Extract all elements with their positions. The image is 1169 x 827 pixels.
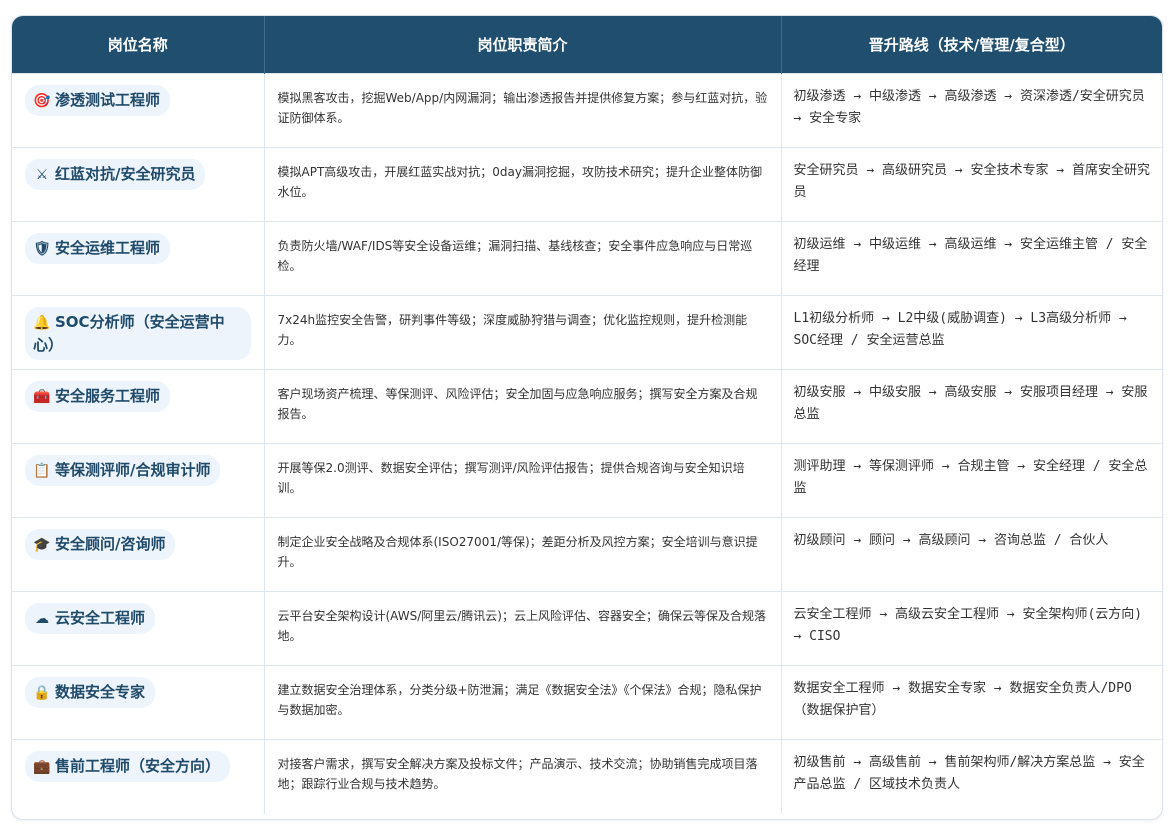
promotion-path-cell: 初级渗透 → 中级渗透 → 高级渗透 → 资深渗透/安全研究员 → 安全专家 xyxy=(781,73,1162,148)
position-name-badge: ☁ 云安全工程师 xyxy=(25,603,156,634)
promotion-path-cell: 安全研究员 → 高级研究员 → 安全技术专家 → 首席安全研究员 xyxy=(781,147,1162,222)
header-position-name: 岗位名称 xyxy=(12,16,265,74)
responsibility-cell: 开展等保2.0测评、数据安全评估；撰写测评/风险评估报告；提供合规咨询与安全知识… xyxy=(264,443,782,518)
shield-icon: 🛡 xyxy=(33,241,51,257)
responsibility-text: 模拟黑客攻击，挖掘Web/App/内网漏洞；输出渗透报告并提供修复方案；参与红蓝… xyxy=(277,91,768,125)
position-name: 售前工程师（安全方向） xyxy=(55,757,221,775)
crossed-swords-icon: ⚔ xyxy=(35,167,49,183)
responsibility-cell: 建立数据安全治理体系，分类分级+防泄漏；满足《数据安全法》《个保法》合规；隐私保… xyxy=(264,665,782,740)
responsibility-text: 建立数据安全治理体系，分类分级+防泄漏；满足《数据安全法》《个保法》合规；隐私保… xyxy=(277,683,762,717)
promotion-path-cell: 初级运维 → 中级运维 → 高级运维 → 安全运维主管 / 安全经理 xyxy=(781,221,1162,296)
position-name: 渗透测试工程师 xyxy=(55,91,161,109)
responsibility-cell: 对接客户需求，撰写安全解决方案及投标文件；产品演示、技术交流；协助销售完成项目落… xyxy=(264,739,782,814)
position-name-badge: 🔒 数据安全专家 xyxy=(25,677,156,708)
responsibility-text: 制定企业安全战略及合规体系(ISO27001/等保)；差距分析及风控方案；安全培… xyxy=(277,535,758,569)
briefcase-icon: 💼 xyxy=(33,759,51,775)
position-name: 红蓝对抗/安全研究员 xyxy=(55,165,196,183)
position-name-badge: 📋 等保测评师/合规审计师 xyxy=(25,455,221,486)
promotion-path-cell: 数据安全工程师 → 数据安全专家 → 数据安全负责人/DPO（数据保护官） xyxy=(781,665,1162,740)
promotion-path-cell: 云安全工程师 → 高级云安全工程师 → 安全架构师(云方向) → CISO xyxy=(781,591,1162,666)
toolbox-icon: 🧰 xyxy=(33,389,51,405)
responsibility-text: 云平台安全架构设计(AWS/阿里云/腾讯云)；云上风险评估、容器安全；确保云等保… xyxy=(277,609,767,643)
promotion-path-cell: 初级顾问 → 顾问 → 高级顾问 → 咨询总监 / 合伙人 xyxy=(781,517,1162,592)
career-table-container: 岗位名称 岗位职责简介 晋升路线（技术/管理/复合型） 🎯 渗透测试工程师 模拟黑客… xyxy=(11,15,1163,820)
target-icon: 🎯 xyxy=(33,93,51,109)
cloud-icon: ☁ xyxy=(35,611,49,627)
header-responsibilities: 岗位职责简介 xyxy=(264,16,782,74)
promotion-path-cell: 初级售前 → 高级售前 → 售前架构师/解决方案总监 → 安全产品总监 / 区域… xyxy=(781,739,1162,814)
table-row: 🔒 数据安全专家 建立数据安全治理体系，分类分级+防泄漏；满足《数据安全法》《个保法… xyxy=(12,665,1162,740)
position-cell: 🧰 安全服务工程师 xyxy=(12,369,265,444)
lock-icon: 🔒 xyxy=(33,685,51,701)
table-row: 🎓 安全顾问/咨询师 制定企业安全战略及合规体系(ISO27001/等保)；差距分析… xyxy=(12,517,1162,592)
position-name: 等保测评师/合规审计师 xyxy=(55,461,211,479)
table-row: 🧰 安全服务工程师 客户现场资产梳理、等保测评、风险评估；安全加固与应急响应服务；撰… xyxy=(12,369,1162,444)
career-path-table: 岗位名称 岗位职责简介 晋升路线（技术/管理/复合型） 🎯 渗透测试工程师 模拟黑客… xyxy=(12,16,1162,814)
position-name-badge: 🎯 渗透测试工程师 xyxy=(25,85,171,116)
promotion-path-text: 初级顾问 → 顾问 → 高级顾问 → 咨询总监 / 合伙人 xyxy=(793,533,1109,548)
promotion-path-text: 初级运维 → 中级运维 → 高级运维 → 安全运维主管 / 安全经理 xyxy=(793,237,1148,274)
table-row: ☁ 云安全工程师 云平台安全架构设计(AWS/阿里云/腾讯云)；云上风险评估、容器安… xyxy=(12,591,1162,666)
clipboard-icon: 📋 xyxy=(33,463,51,479)
responsibility-cell: 7x24h监控安全告警，研判事件等级；深度威胁狩猎与调查；优化监控规则，提升检测… xyxy=(264,295,782,370)
position-name-badge: 🎓 安全顾问/咨询师 xyxy=(25,529,176,560)
responsibility-cell: 模拟黑客攻击，挖掘Web/App/内网漏洞；输出渗透报告并提供修复方案；参与红蓝… xyxy=(264,73,782,148)
position-name-badge: 🛡 安全运维工程师 xyxy=(25,233,171,264)
position-name-badge: 🔔 SOC分析师（安全运营中心） xyxy=(25,307,251,360)
table-row: 💼 售前工程师（安全方向） 对接客户需求，撰写安全解决方案及投标文件；产品演示、技术… xyxy=(12,739,1162,814)
responsibility-cell: 制定企业安全战略及合规体系(ISO27001/等保)；差距分析及风控方案；安全培… xyxy=(264,517,782,592)
graduation-cap-icon: 🎓 xyxy=(33,537,51,553)
position-name-badge: ⚔ 红蓝对抗/安全研究员 xyxy=(25,159,206,190)
promotion-path-text: 初级售前 → 高级售前 → 售前架构师/解决方案总监 → 安全产品总监 / 区域… xyxy=(793,755,1145,792)
promotion-path-text: 初级安服 → 中级安服 → 高级安服 → 安服项目经理 → 安服总监 xyxy=(793,385,1148,422)
position-cell: ☁ 云安全工程师 xyxy=(12,591,265,666)
alarm-icon: 🔔 xyxy=(33,315,51,331)
promotion-path-cell: L1初级分析师 → L2中级(威胁调查) → L3高级分析师 → SOC经理 /… xyxy=(781,295,1162,370)
responsibility-text: 负责防火墙/WAF/IDS等安全设备运维；漏洞扫描、基线核查；安全事件应急响应与… xyxy=(277,239,753,273)
table-row: 🎯 渗透测试工程师 模拟黑客攻击，挖掘Web/App/内网漏洞；输出渗透报告并提供修… xyxy=(12,73,1162,148)
position-cell: 🛡 安全运维工程师 xyxy=(12,221,265,296)
promotion-path-text: 云安全工程师 → 高级云安全工程师 → 安全架构师(云方向) → CISO xyxy=(793,607,1143,644)
position-name: SOC分析师（安全运营中心） xyxy=(33,313,225,354)
position-name-badge: 🧰 安全服务工程师 xyxy=(25,381,171,412)
promotion-path-text: 数据安全工程师 → 数据安全专家 → 数据安全负责人/DPO（数据保护官） xyxy=(793,681,1132,718)
promotion-path-cell: 初级安服 → 中级安服 → 高级安服 → 安服项目经理 → 安服总监 xyxy=(781,369,1162,444)
table-row: ⚔ 红蓝对抗/安全研究员 模拟APT高级攻击，开展红蓝实战对抗；0day漏洞挖掘，攻… xyxy=(12,147,1162,222)
position-name: 安全运维工程师 xyxy=(55,239,161,257)
position-cell: 🎯 渗透测试工程师 xyxy=(12,73,265,148)
responsibility-cell: 客户现场资产梳理、等保测评、风险评估；安全加固与应急响应服务；撰写安全方案及合规… xyxy=(264,369,782,444)
table-row: 📋 等保测评师/合规审计师 开展等保2.0测评、数据安全评估；撰写测评/风险评估报告… xyxy=(12,443,1162,518)
promotion-path-text: 安全研究员 → 高级研究员 → 安全技术专家 → 首席安全研究员 xyxy=(793,163,1150,200)
position-name: 安全服务工程师 xyxy=(55,387,161,405)
position-cell: 🔔 SOC分析师（安全运营中心） xyxy=(12,295,265,370)
position-cell: 🔒 数据安全专家 xyxy=(12,665,265,740)
promotion-path-text: L1初级分析师 → L2中级(威胁调查) → L3高级分析师 → SOC经理 /… xyxy=(793,311,1127,348)
responsibility-cell: 负责防火墙/WAF/IDS等安全设备运维；漏洞扫描、基线核查；安全事件应急响应与… xyxy=(264,221,782,296)
table-row: 🔔 SOC分析师（安全运营中心） 7x24h监控安全告警，研判事件等级；深度威胁狩猎… xyxy=(12,295,1162,370)
position-cell: 🎓 安全顾问/咨询师 xyxy=(12,517,265,592)
position-name: 云安全工程师 xyxy=(55,609,146,627)
promotion-path-cell: 测评助理 → 等保测评师 → 合规主管 → 安全经理 / 安全总监 xyxy=(781,443,1162,518)
position-cell: 💼 售前工程师（安全方向） xyxy=(12,739,265,814)
responsibility-text: 模拟APT高级攻击，开展红蓝实战对抗；0day漏洞挖掘，攻防技术研究；提升企业整… xyxy=(277,165,763,199)
responsibility-cell: 模拟APT高级攻击，开展红蓝实战对抗；0day漏洞挖掘，攻防技术研究；提升企业整… xyxy=(264,147,782,222)
promotion-path-text: 初级渗透 → 中级渗透 → 高级渗透 → 资深渗透/安全研究员 → 安全专家 xyxy=(793,89,1145,126)
responsibility-text: 客户现场资产梳理、等保测评、风险评估；安全加固与应急响应服务；撰写安全方案及合规… xyxy=(277,387,758,421)
position-cell: 📋 等保测评师/合规审计师 xyxy=(12,443,265,518)
position-name: 数据安全专家 xyxy=(55,683,146,701)
table-row: 🛡 安全运维工程师 负责防火墙/WAF/IDS等安全设备运维；漏洞扫描、基线核查；安… xyxy=(12,221,1162,296)
table-header-row: 岗位名称 岗位职责简介 晋升路线（技术/管理/复合型） xyxy=(12,16,1162,74)
responsibility-text: 开展等保2.0测评、数据安全评估；撰写测评/风险评估报告；提供合规咨询与安全知识… xyxy=(277,461,745,495)
responsibility-text: 7x24h监控安全告警，研判事件等级；深度威胁狩猎与调查；优化监控规则，提升检测… xyxy=(277,313,748,347)
position-name-badge: 💼 售前工程师（安全方向） xyxy=(25,751,231,782)
promotion-path-text: 测评助理 → 等保测评师 → 合规主管 → 安全经理 / 安全总监 xyxy=(793,459,1148,496)
responsibility-cell: 云平台安全架构设计(AWS/阿里云/腾讯云)；云上风险评估、容器安全；确保云等保… xyxy=(264,591,782,666)
position-cell: ⚔ 红蓝对抗/安全研究员 xyxy=(12,147,265,222)
responsibility-text: 对接客户需求，撰写安全解决方案及投标文件；产品演示、技术交流；协助销售完成项目落… xyxy=(277,757,758,791)
position-name: 安全顾问/咨询师 xyxy=(55,535,166,553)
header-promotion-path: 晋升路线（技术/管理/复合型） xyxy=(781,16,1162,74)
